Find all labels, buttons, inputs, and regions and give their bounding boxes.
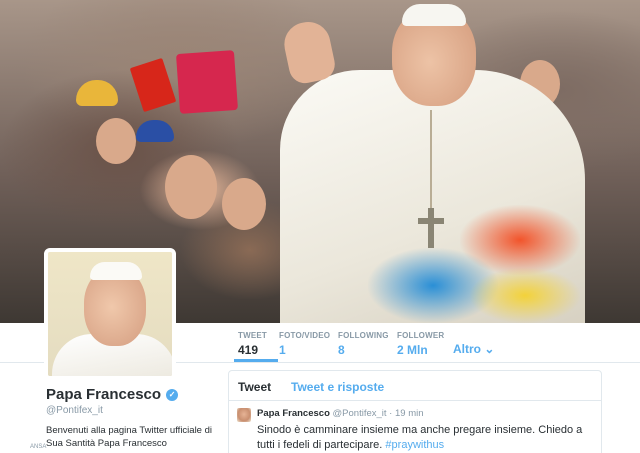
stat-value: 8 — [338, 343, 345, 357]
crowd-face — [96, 118, 136, 164]
stat-label: TWEET — [238, 331, 267, 340]
stat-follower[interactable]: FOLLOWER 2 Mln — [397, 331, 444, 357]
chevron-down-icon: ⌄ — [484, 342, 495, 356]
tab-tweet-e-risposte[interactable]: Tweet e risposte — [291, 380, 384, 394]
stat-label: FOLLOWING — [338, 331, 389, 340]
profile-name-row: Papa Francesco ✓ — [46, 386, 226, 403]
pope-waving-hand — [280, 17, 338, 87]
tweet-author[interactable]: Papa Francesco — [257, 408, 330, 419]
stat-label: FOTO/VIDEO — [279, 331, 331, 340]
crowd-face — [165, 155, 217, 219]
profile-avatar[interactable] — [44, 248, 176, 380]
tweet-hashtag-link[interactable]: #praywithus — [385, 439, 444, 451]
profile-info: Papa Francesco ✓ @Pontifex_it Benvenuti … — [46, 386, 226, 450]
tweet-avatar[interactable] — [237, 408, 251, 422]
tweet-text: Sinodo è camminare insieme ma anche preg… — [257, 423, 597, 453]
flag-decoration — [129, 57, 177, 113]
profile-bio: Benvenuti alla pagina Twitter ufficiale … — [46, 425, 213, 449]
pectoral-cross — [418, 208, 444, 248]
profile-name[interactable]: Papa Francesco — [46, 386, 161, 403]
tweet-time[interactable]: 19 min — [395, 408, 424, 419]
cross-chain — [430, 110, 432, 210]
stat-value: 419 — [238, 343, 259, 357]
timeline-tabs: Tweet Tweet e risposte — [229, 371, 601, 401]
stat-foto-video[interactable]: FOTO/VIDEO 1 — [279, 331, 330, 357]
pope-zucchetto — [402, 4, 466, 26]
blue-cap-decoration — [136, 120, 174, 142]
stat-following[interactable]: FOLLOWING 8 — [338, 331, 389, 357]
stat-value: 2 Mln — [397, 343, 428, 357]
tweet-header: Papa Francesco @Pontifex_it · 19 min — [257, 408, 424, 419]
yellow-cap-decoration — [76, 80, 118, 106]
tweet-handle[interactable]: @Pontifex_it — [333, 408, 387, 419]
verified-badge-icon: ✓ — [166, 388, 179, 401]
more-menu-button[interactable]: Altro ⌄ — [453, 342, 494, 356]
profile-handle[interactable]: @Pontifex_it — [46, 405, 226, 416]
stat-value: 1 — [279, 343, 286, 357]
more-label: Altro — [453, 342, 481, 356]
stat-tweet[interactable]: TWEET 419 — [234, 331, 278, 362]
stat-label: FOLLOWER — [397, 331, 445, 340]
yellow-feathers — [470, 268, 580, 323]
timeline: Tweet Tweet e risposte Papa Francesco @P… — [228, 370, 602, 453]
tab-tweet[interactable]: Tweet — [238, 380, 271, 394]
pink-tablet-decoration — [175, 50, 239, 114]
avatar-zucchetto — [90, 262, 142, 280]
watermark-text: ANSA — [30, 444, 47, 450]
crowd-face — [222, 178, 266, 230]
tweet-separator: · — [389, 408, 393, 419]
